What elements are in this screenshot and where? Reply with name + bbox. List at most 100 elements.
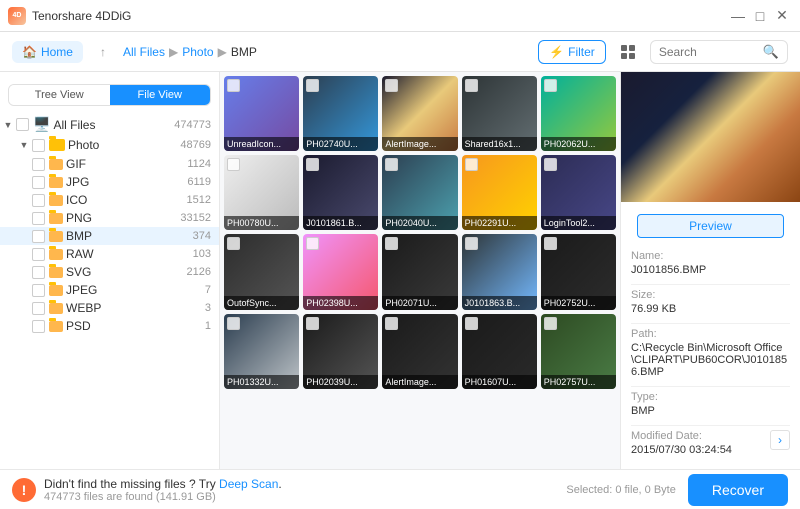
folder-icon <box>49 139 65 151</box>
sidebar-item-png[interactable]: PNG 33152 <box>0 209 219 227</box>
main-area: Tree View File View ▼ 🖥️ All Files 47477… <box>0 72 800 469</box>
image-label: PH02291U... <box>462 216 537 230</box>
sidebar-item-photo[interactable]: ▼ Photo 48769 <box>0 135 219 155</box>
checkbox-png[interactable] <box>32 212 45 225</box>
close-button[interactable]: ✕ <box>772 6 792 26</box>
folder-icon <box>49 249 63 260</box>
app-title: Tenorshare 4DDiG <box>32 9 131 23</box>
sidebar-item-webp[interactable]: WEBP 3 <box>0 299 219 317</box>
file-view-button[interactable]: File View <box>110 85 211 105</box>
content-area: UnreadIcon... PH02740U... AlertImage... … <box>220 72 620 469</box>
image-checkbox[interactable] <box>465 79 478 92</box>
expand-icon[interactable]: ▼ <box>16 137 32 153</box>
checkbox-gif[interactable] <box>32 158 45 171</box>
image-checkbox[interactable] <box>306 237 319 250</box>
image-checkbox[interactable] <box>306 158 319 171</box>
checkbox-ico[interactable] <box>32 194 45 207</box>
image-item[interactable]: PH01332U... <box>224 314 299 389</box>
image-item[interactable]: AlertImage... <box>382 76 457 151</box>
breadcrumb-photo[interactable]: Photo <box>182 45 213 59</box>
png-label: PNG <box>66 211 176 225</box>
image-checkbox[interactable] <box>544 158 557 171</box>
image-item[interactable]: J0101861.B... <box>303 155 378 230</box>
info-nav-next[interactable]: › <box>770 430 790 450</box>
image-checkbox[interactable] <box>385 158 398 171</box>
image-checkbox[interactable] <box>227 158 240 171</box>
image-item[interactable]: UnreadIcon... <box>224 76 299 151</box>
back-button[interactable]: ↑ <box>91 40 115 64</box>
image-checkbox[interactable] <box>227 317 240 330</box>
image-item[interactable]: PH02039U... <box>303 314 378 389</box>
image-label: PH02752U... <box>541 296 616 310</box>
image-item[interactable]: PH01607U... <box>462 314 537 389</box>
sidebar-item-jpeg[interactable]: JPEG 7 <box>0 281 219 299</box>
bottom-messages: Didn't find the missing files ? Try Deep… <box>44 477 282 503</box>
recover-button[interactable]: Recover <box>688 474 788 506</box>
image-label: AlertImage... <box>382 375 457 389</box>
webp-count: 3 <box>205 302 211 314</box>
maximize-button[interactable]: □ <box>750 6 770 26</box>
breadcrumb-sep-2: ▶ <box>218 45 227 59</box>
filter-button[interactable]: ⚡ Filter <box>538 40 606 64</box>
preview-button[interactable]: Preview <box>637 214 784 238</box>
breadcrumb-all-files[interactable]: All Files <box>123 45 165 59</box>
breadcrumb-bmp[interactable]: BMP <box>231 45 257 59</box>
image-label: PH02071U... <box>382 296 457 310</box>
image-item[interactable]: Shared16x1... <box>462 76 537 151</box>
minimize-button[interactable]: — <box>728 6 748 26</box>
checkbox-all-files[interactable] <box>16 118 29 131</box>
image-item[interactable]: PH02040U... <box>382 155 457 230</box>
image-item[interactable]: PH02291U... <box>462 155 537 230</box>
image-checkbox[interactable] <box>385 79 398 92</box>
image-checkbox[interactable] <box>385 237 398 250</box>
image-checkbox[interactable] <box>306 317 319 330</box>
checkbox-raw[interactable] <box>32 248 45 261</box>
image-label: J0101863.B... <box>462 296 537 310</box>
image-item[interactable]: PH02398U... <box>303 234 378 309</box>
image-item[interactable]: LoginTool2... <box>541 155 616 230</box>
sidebar-item-jpg[interactable]: JPG 6119 <box>0 173 219 191</box>
checkbox-jpg[interactable] <box>32 176 45 189</box>
tree-view-button[interactable]: Tree View <box>9 85 110 105</box>
checkbox-psd[interactable] <box>32 320 45 333</box>
image-item[interactable]: PH02062U... <box>541 76 616 151</box>
image-item[interactable]: PH02740U... <box>303 76 378 151</box>
image-item[interactable]: AlertImage... <box>382 314 457 389</box>
image-checkbox[interactable] <box>227 237 240 250</box>
image-checkbox[interactable] <box>306 79 319 92</box>
sidebar-item-raw[interactable]: RAW 103 <box>0 245 219 263</box>
sidebar-item-svg[interactable]: SVG 2126 <box>0 263 219 281</box>
checkbox-photo[interactable] <box>32 139 45 152</box>
checkbox-jpeg[interactable] <box>32 284 45 297</box>
sidebar-item-gif[interactable]: GIF 1124 <box>0 155 219 173</box>
sidebar-item-psd[interactable]: PSD 1 <box>0 317 219 335</box>
image-item[interactable]: PH02071U... <box>382 234 457 309</box>
image-checkbox[interactable] <box>544 79 557 92</box>
image-checkbox[interactable] <box>544 317 557 330</box>
image-item[interactable]: PH02757U... <box>541 314 616 389</box>
sidebar-item-bmp[interactable]: BMP 374 <box>0 227 219 245</box>
image-item[interactable]: J0101863.B... <box>462 234 537 309</box>
sidebar-item-ico[interactable]: ICO 1512 <box>0 191 219 209</box>
image-item[interactable]: PH02752U... <box>541 234 616 309</box>
grid-view-button[interactable] <box>614 38 642 66</box>
checkbox-bmp[interactable] <box>32 230 45 243</box>
image-checkbox[interactable] <box>465 317 478 330</box>
checkbox-webp[interactable] <box>32 302 45 315</box>
image-label: LoginTool2... <box>541 216 616 230</box>
image-checkbox[interactable] <box>227 79 240 92</box>
image-checkbox[interactable] <box>385 317 398 330</box>
search-icon[interactable]: 🔍 <box>763 44 779 60</box>
checkbox-svg[interactable] <box>32 266 45 279</box>
image-item[interactable]: PH00780U... <box>224 155 299 230</box>
expand-icon[interactable]: ▼ <box>0 117 16 133</box>
home-button[interactable]: 🏠 Home <box>12 41 83 63</box>
sidebar-item-all-files[interactable]: ▼ 🖥️ All Files 474773 <box>0 114 219 135</box>
image-checkbox[interactable] <box>465 237 478 250</box>
search-input[interactable] <box>659 45 759 59</box>
image-label: PH02757U... <box>541 375 616 389</box>
image-item[interactable]: OutofSync... <box>224 234 299 309</box>
image-checkbox[interactable] <box>465 158 478 171</box>
image-checkbox[interactable] <box>544 237 557 250</box>
deep-scan-link[interactable]: Deep Scan <box>219 477 278 491</box>
